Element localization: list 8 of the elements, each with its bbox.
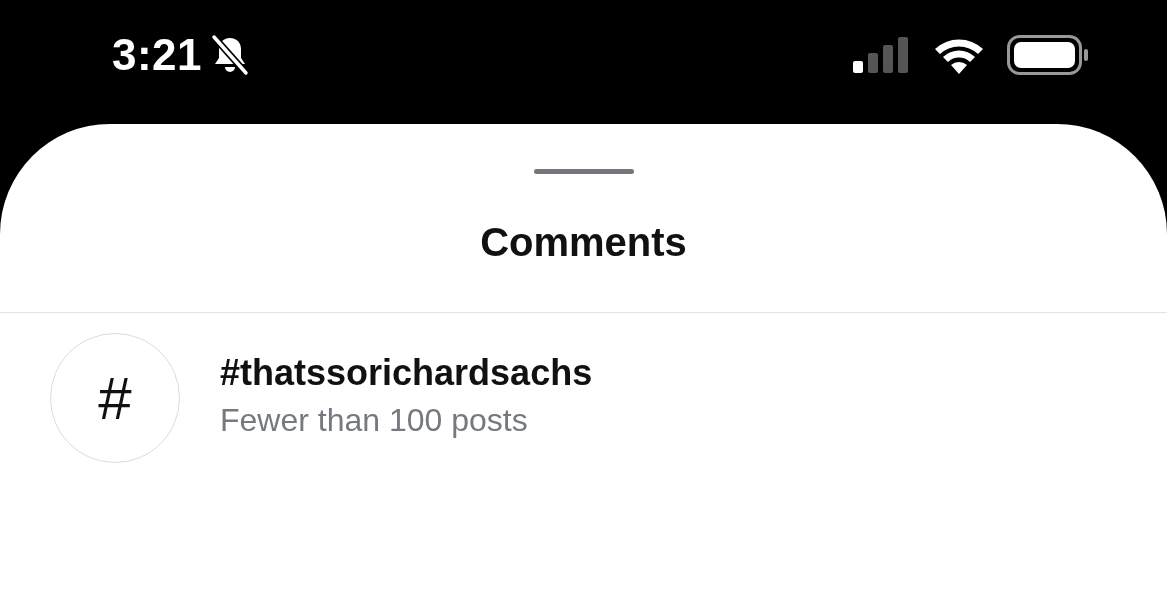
hashtag-name[interactable]: #thatssorichardsachs: [220, 351, 593, 394]
clock-time: 3:21: [112, 30, 203, 80]
signal-icon: [853, 37, 911, 73]
sheet-title: Comments: [480, 219, 687, 266]
battery-icon: [1007, 35, 1089, 75]
post-count: Fewer than 100 posts: [220, 401, 529, 439]
bell-slash-icon: [210, 34, 251, 76]
drag-handle[interactable]: [533, 169, 634, 174]
